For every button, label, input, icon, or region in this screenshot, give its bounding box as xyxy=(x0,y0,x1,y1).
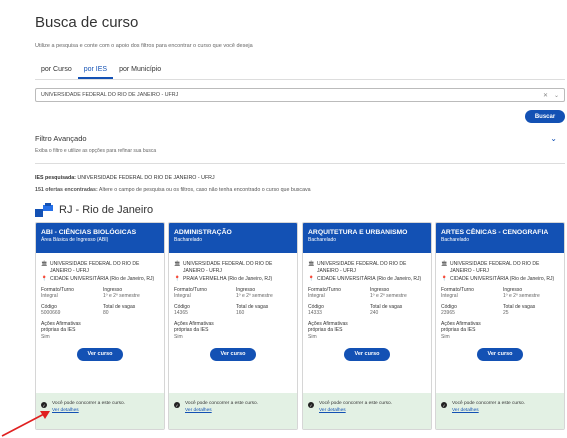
annotation-arrow-icon xyxy=(1,411,50,437)
